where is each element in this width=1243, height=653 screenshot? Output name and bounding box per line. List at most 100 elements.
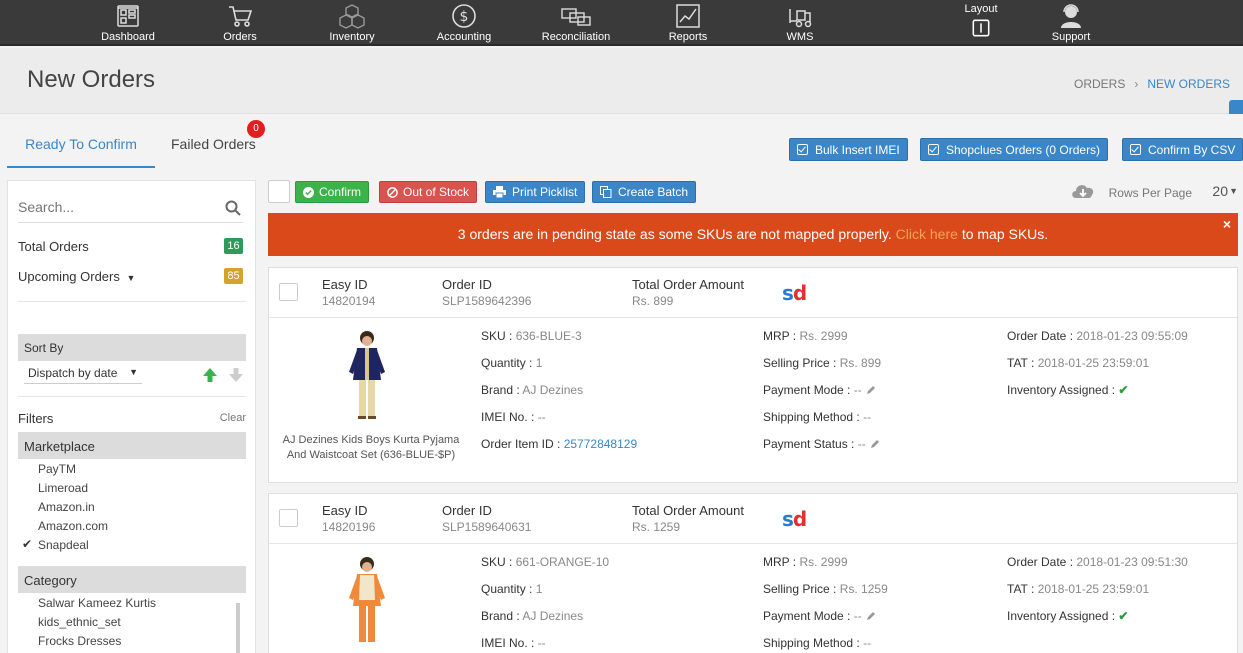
selling-price-label: Selling Price : bbox=[763, 582, 837, 596]
total-orders-row[interactable]: Total Orders 16 bbox=[18, 238, 243, 254]
payment-mode-field: Payment Mode : -- bbox=[763, 609, 876, 623]
order-select-checkbox[interactable] bbox=[279, 509, 298, 527]
payment-status-label: Payment Status : bbox=[763, 437, 855, 451]
search-box bbox=[18, 195, 243, 223]
order-item-id-link[interactable]: 25772848129 bbox=[564, 437, 637, 451]
sort-descending-arrow-icon[interactable] bbox=[228, 367, 244, 383]
shopclues-orders-button[interactable]: Shopclues Orders (0 Orders) bbox=[920, 138, 1109, 161]
inventory-assigned-label: Inventory Assigned : bbox=[1007, 609, 1116, 623]
tab-ready-to-confirm[interactable]: Ready To Confirm bbox=[7, 136, 155, 168]
quantity-value: 1 bbox=[535, 582, 543, 596]
upcoming-orders-label: Upcoming Orders bbox=[18, 269, 120, 284]
nav-orders[interactable]: Orders bbox=[215, 0, 265, 46]
search-input[interactable] bbox=[18, 195, 208, 219]
order-date-value: 2018-01-23 09:55:09 bbox=[1076, 329, 1188, 343]
product-image-boy-kurta-orange[interactable] bbox=[327, 554, 407, 653]
category-item[interactable]: Frocks Dresses bbox=[38, 634, 121, 648]
marketplace-item[interactable]: Amazon.in bbox=[38, 500, 95, 514]
order-id-value: SLP1589640631 bbox=[442, 520, 532, 534]
mrp-label: MRP : bbox=[763, 329, 797, 343]
imei-field: IMEI No. : -- bbox=[481, 410, 546, 424]
confirm-button[interactable]: Confirm bbox=[295, 181, 370, 203]
category-item[interactable]: kids_ethnic_set bbox=[38, 615, 121, 629]
marketplace-item-selected[interactable]: Snapdeal bbox=[38, 538, 89, 552]
sort-ascending-arrow-icon[interactable] bbox=[202, 367, 218, 383]
sort-select[interactable]: Dispatch by date ▼ bbox=[24, 364, 142, 384]
ban-icon bbox=[387, 186, 398, 198]
shipping-method-label: Shipping Method : bbox=[763, 410, 860, 424]
dollar-icon: $ bbox=[452, 4, 476, 28]
breadcrumb-orders[interactable]: ORDERS bbox=[1074, 77, 1125, 91]
cubes-icon bbox=[339, 4, 365, 29]
cloud-download-icon[interactable] bbox=[1070, 181, 1096, 201]
create-batch-button[interactable]: Create Batch bbox=[592, 181, 697, 203]
nav-label: Dashboard bbox=[101, 31, 155, 43]
nav-label: Accounting bbox=[436, 31, 492, 43]
check-icon: ✔ bbox=[1118, 609, 1129, 623]
category-scrollbar[interactable] bbox=[236, 603, 240, 653]
easy-id-value: 14820196 bbox=[322, 520, 376, 534]
nav-inventory[interactable]: Inventory bbox=[322, 0, 382, 46]
product-image-boy-kurta-navy[interactable] bbox=[327, 328, 407, 428]
nav-reconciliation[interactable]: Reconciliation bbox=[538, 0, 614, 46]
total-amount-value: Rs. 1259 bbox=[632, 520, 681, 534]
search-icon[interactable] bbox=[225, 200, 241, 216]
order-card: Easy ID 14820194 Order ID SLP1589642396 … bbox=[268, 267, 1238, 483]
mrp-value: Rs. 2999 bbox=[799, 329, 848, 343]
nav-accounting[interactable]: $ Accounting bbox=[433, 0, 495, 46]
pencil-icon[interactable] bbox=[866, 385, 876, 395]
map-skus-link[interactable]: Click here bbox=[896, 226, 958, 242]
payment-mode-field: Payment Mode : -- bbox=[763, 383, 876, 397]
category-item[interactable]: Salwar Kameez Kurtis bbox=[38, 596, 156, 610]
print-picklist-button[interactable]: Print Picklist bbox=[485, 181, 586, 203]
marketplace-item[interactable]: Amazon.com bbox=[38, 519, 108, 533]
nav-support[interactable]: Support bbox=[1046, 0, 1096, 46]
copy-icon bbox=[600, 186, 612, 198]
marketplace-item[interactable]: Limeroad bbox=[38, 481, 88, 495]
button-label: Confirm bbox=[319, 185, 362, 199]
mrp-label: MRP : bbox=[763, 555, 797, 569]
nav-reports[interactable]: Reports bbox=[663, 0, 713, 46]
imei-label: IMEI No. : bbox=[481, 636, 535, 650]
selling-price-field: Selling Price : Rs. 899 bbox=[763, 356, 881, 370]
breadcrumb-new-orders[interactable]: NEW ORDERS bbox=[1147, 77, 1230, 91]
rows-per-page-select[interactable]: 20 bbox=[1212, 183, 1228, 199]
marketplace-item[interactable]: PayTM bbox=[38, 462, 76, 476]
selling-price-value: Rs. 1259 bbox=[839, 582, 888, 596]
checkbox-icon bbox=[1130, 144, 1141, 155]
dashboard-icon bbox=[117, 5, 139, 27]
upcoming-orders-count: 85 bbox=[224, 268, 243, 284]
easy-id-label: Easy ID bbox=[322, 277, 368, 292]
marketplace-header: Marketplace bbox=[18, 432, 246, 459]
product-name[interactable]: AJ Dezines Kids Boys Kurta Pyjama And Wa… bbox=[281, 433, 461, 463]
shipping-method-value: -- bbox=[863, 636, 872, 650]
pencil-icon[interactable] bbox=[866, 611, 876, 621]
upcoming-orders-row[interactable]: Upcoming Orders ▼ 85 bbox=[18, 268, 243, 284]
out-of-stock-button[interactable]: Out of Stock bbox=[379, 181, 478, 203]
top-navigation: Dashboard Orders Inventory $ Accounting … bbox=[0, 0, 1243, 46]
tat-field: TAT : 2018-01-25 23:59:01 bbox=[1007, 582, 1149, 596]
nav-wms[interactable]: WMS bbox=[780, 0, 820, 46]
clear-filters-link[interactable]: Clear bbox=[220, 412, 246, 424]
button-label: Bulk Insert IMEI bbox=[815, 142, 900, 157]
bulk-insert-imei-button[interactable]: Bulk Insert IMEI bbox=[789, 138, 908, 161]
order-id-label: Order ID bbox=[442, 503, 492, 518]
sku-field: SKU : 661-ORANGE-10 bbox=[481, 555, 609, 569]
brand-field: Brand : AJ Dezines bbox=[481, 609, 583, 623]
nav-dashboard[interactable]: Dashboard bbox=[98, 0, 158, 46]
easy-id-label: Easy ID bbox=[322, 503, 368, 518]
payment-mode-value: -- bbox=[853, 383, 862, 397]
nav-layout[interactable]: Layout bbox=[957, 0, 1005, 46]
selling-price-field: Selling Price : Rs. 1259 bbox=[763, 582, 888, 596]
shipping-method-label: Shipping Method : bbox=[763, 636, 860, 650]
pencil-icon[interactable] bbox=[870, 439, 880, 449]
tab-failed-orders[interactable]: Failed Orders bbox=[171, 136, 256, 152]
brand-value: AJ Dezines bbox=[522, 609, 584, 623]
alert-text: 3 orders are in pending state as some SK… bbox=[457, 226, 892, 242]
close-icon[interactable]: × bbox=[1223, 213, 1231, 235]
select-all-checkbox[interactable] bbox=[268, 180, 290, 203]
quantity-field: Quantity : 1 bbox=[481, 582, 542, 596]
confirm-by-csv-button[interactable]: Confirm By CSV bbox=[1122, 138, 1243, 161]
order-select-checkbox[interactable] bbox=[279, 283, 298, 301]
selling-price-label: Selling Price : bbox=[763, 356, 837, 370]
